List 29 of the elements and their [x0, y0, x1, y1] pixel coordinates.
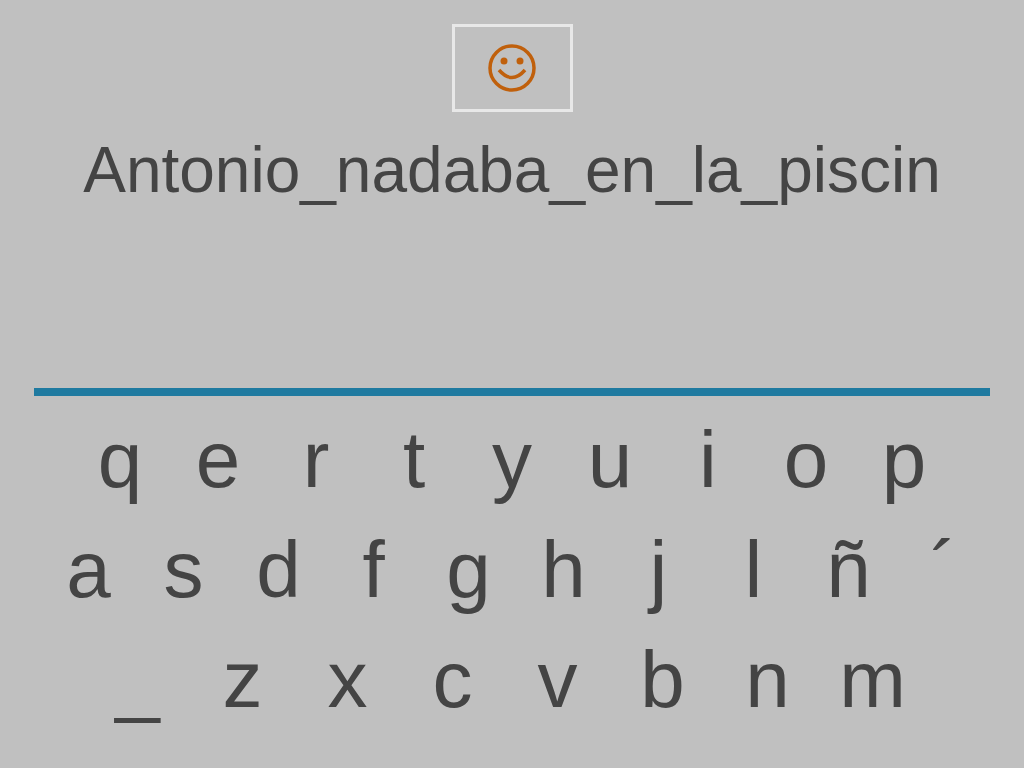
letter-key[interactable]: q: [71, 412, 169, 508]
letter-key[interactable]: e: [169, 412, 267, 508]
letter-key[interactable]: _: [85, 632, 190, 728]
letter-key[interactable]: y: [463, 412, 561, 508]
letter-key[interactable]: x: [295, 632, 400, 728]
letter-key[interactable]: ñ: [801, 522, 896, 618]
letter-key[interactable]: p: [855, 412, 953, 508]
letter-key[interactable]: m: [820, 632, 925, 728]
letter-key[interactable]: h: [516, 522, 611, 618]
letter-key[interactable]: j: [611, 522, 706, 618]
letter-key[interactable]: f: [326, 522, 421, 618]
letter-key[interactable]: b: [610, 632, 715, 728]
letter-key[interactable]: v: [505, 632, 610, 728]
letter-key[interactable]: u: [561, 412, 659, 508]
letter-key[interactable]: t: [365, 412, 463, 508]
letter-key[interactable]: s: [136, 522, 231, 618]
letter-key[interactable]: ´: [896, 522, 991, 618]
letter-key[interactable]: l: [706, 522, 801, 618]
smiley-icon: [487, 43, 537, 93]
letter-key[interactable]: o: [757, 412, 855, 508]
letter-key[interactable]: c: [400, 632, 505, 728]
letter-key[interactable]: i: [659, 412, 757, 508]
letter-key[interactable]: z: [190, 632, 295, 728]
letter-key[interactable]: d: [231, 522, 326, 618]
letter-key[interactable]: n: [715, 632, 820, 728]
answer-text: Antonio_nadaba_en_la_piscin: [83, 133, 941, 208]
letter-key[interactable]: g: [421, 522, 516, 618]
letter-key[interactable]: a: [41, 522, 136, 618]
letter-key[interactable]: r: [267, 412, 365, 508]
